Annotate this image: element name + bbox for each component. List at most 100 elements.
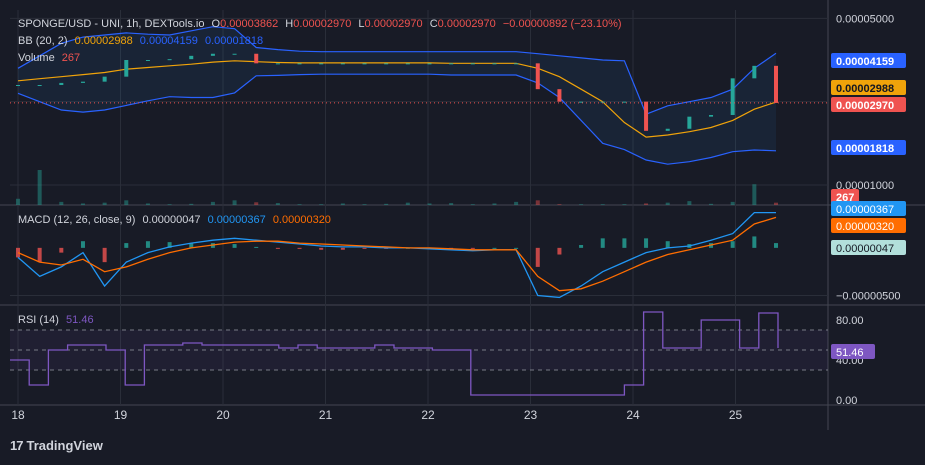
- macd-histogram-bar[interactable]: [622, 238, 627, 248]
- volume-bar[interactable]: [340, 203, 345, 205]
- candle[interactable]: [384, 63, 389, 65]
- price-pane[interactable]: [10, 26, 828, 205]
- macd-histogram-bar[interactable]: [319, 247, 324, 250]
- macd-histogram-bar[interactable]: [557, 247, 562, 255]
- candle[interactable]: [774, 65, 778, 103]
- volume-bar[interactable]: [145, 203, 150, 205]
- candle[interactable]: [730, 78, 735, 115]
- candle[interactable]: [362, 63, 367, 65]
- volume-bar[interactable]: [384, 203, 389, 205]
- macd-histogram-bar[interactable]: [644, 238, 649, 248]
- candle[interactable]: [752, 65, 757, 79]
- volume-bar[interactable]: [579, 204, 584, 205]
- symbol-label[interactable]: SPONGE/USD - UNI, 1h, DEXTools.io: [18, 18, 204, 30]
- macd-histogram-bar[interactable]: [124, 243, 129, 248]
- volume-bar[interactable]: [514, 201, 519, 205]
- candle[interactable]: [644, 101, 649, 131]
- candle[interactable]: [16, 85, 20, 86]
- candle[interactable]: [470, 63, 475, 65]
- volume-bar[interactable]: [80, 203, 85, 205]
- volume-bar[interactable]: [644, 203, 649, 205]
- macd-histogram-bar[interactable]: [362, 247, 367, 249]
- macd-histogram-bar[interactable]: [730, 241, 735, 248]
- volume-bar[interactable]: [254, 202, 259, 205]
- volume-bar[interactable]: [774, 202, 778, 205]
- macd-histogram-bar[interactable]: [535, 247, 540, 267]
- macd-histogram-bar[interactable]: [145, 241, 150, 248]
- macd-histogram-bar[interactable]: [297, 247, 302, 249]
- macd-histogram-bar[interactable]: [665, 241, 670, 248]
- candle[interactable]: [297, 63, 302, 65]
- candle[interactable]: [145, 60, 150, 61]
- volume-bar[interactable]: [189, 203, 194, 205]
- volume-bar[interactable]: [535, 200, 540, 205]
- volume-bar[interactable]: [297, 204, 302, 205]
- candle[interactable]: [210, 53, 215, 56]
- candle[interactable]: [80, 81, 85, 83]
- macd-histogram-bar[interactable]: [102, 247, 107, 263]
- candle[interactable]: [427, 63, 432, 65]
- macd-histogram-bar[interactable]: [254, 246, 259, 248]
- volume-bar[interactable]: [102, 202, 107, 205]
- volume-bar[interactable]: [665, 202, 670, 205]
- candle[interactable]: [492, 63, 497, 65]
- volume-bar[interactable]: [492, 203, 497, 205]
- candle[interactable]: [189, 55, 194, 60]
- candle[interactable]: [665, 128, 670, 131]
- volume-bar[interactable]: [362, 204, 367, 205]
- volume-legend[interactable]: Volume 267: [18, 52, 84, 64]
- volume-bar[interactable]: [752, 184, 757, 205]
- rsi-pane[interactable]: [10, 311, 828, 396]
- macd-histogram-bar[interactable]: [59, 247, 64, 253]
- candle[interactable]: [37, 85, 42, 86]
- candle[interactable]: [254, 53, 259, 64]
- macd-histogram-bar[interactable]: [514, 247, 519, 249]
- volume-bar[interactable]: [730, 201, 735, 205]
- volume-bar[interactable]: [470, 204, 475, 205]
- candle[interactable]: [340, 63, 345, 65]
- candle[interactable]: [709, 115, 714, 117]
- candle[interactable]: [557, 89, 562, 102]
- volume-bar[interactable]: [600, 204, 605, 205]
- volume-bar[interactable]: [622, 204, 627, 205]
- volume-bar[interactable]: [275, 203, 280, 205]
- candle[interactable]: [319, 63, 324, 65]
- macd-histogram-bar[interactable]: [600, 238, 605, 248]
- candle[interactable]: [275, 63, 280, 65]
- volume-bar[interactable]: [319, 204, 324, 205]
- price-axis[interactable]: 0.000050000.000030000.000010000.00004159…: [831, 13, 906, 407]
- macd-histogram-bar[interactable]: [340, 247, 345, 250]
- volume-bar[interactable]: [232, 200, 237, 205]
- volume-bar[interactable]: [449, 203, 454, 205]
- volume-bar[interactable]: [16, 198, 20, 205]
- macd-histogram-bar[interactable]: [470, 247, 475, 249]
- macd-histogram-bar[interactable]: [752, 236, 757, 248]
- macd-histogram-bar[interactable]: [37, 247, 42, 263]
- chart-canvas[interactable]: 0.000050000.000030000.000010000.00004159…: [0, 0, 925, 465]
- tradingview-logo[interactable]: 17 TradingView: [10, 438, 103, 453]
- volume-bar[interactable]: [210, 201, 215, 205]
- macd-histogram-bar[interactable]: [579, 245, 584, 248]
- macd-histogram-bar[interactable]: [80, 241, 85, 248]
- candle[interactable]: [514, 63, 519, 65]
- volume-bar[interactable]: [405, 202, 410, 205]
- volume-bar[interactable]: [557, 204, 562, 205]
- macd-histogram-bar[interactable]: [232, 244, 237, 248]
- volume-bar[interactable]: [124, 200, 129, 205]
- time-axis[interactable]: 18 19 20 21 22 23 24 25: [11, 408, 742, 422]
- bb-legend[interactable]: BB (20, 2) 0.00002988 0.00004159 0.00001…: [18, 35, 267, 47]
- volume-bar[interactable]: [427, 203, 432, 205]
- candle[interactable]: [124, 60, 129, 77]
- volume-bar[interactable]: [37, 170, 42, 205]
- candle[interactable]: [535, 63, 540, 90]
- volume-bar[interactable]: [687, 201, 692, 205]
- macd-legend[interactable]: MACD (12, 26, close, 9) 0.00000047 0.000…: [18, 214, 335, 226]
- candle[interactable]: [102, 76, 107, 82]
- candle[interactable]: [687, 116, 692, 129]
- volume-bar[interactable]: [59, 201, 64, 205]
- macd-histogram-bar[interactable]: [492, 247, 497, 249]
- volume-bar[interactable]: [709, 203, 714, 205]
- candle[interactable]: [167, 59, 172, 61]
- volume-bar[interactable]: [167, 204, 172, 205]
- signal-line[interactable]: [17, 216, 777, 292]
